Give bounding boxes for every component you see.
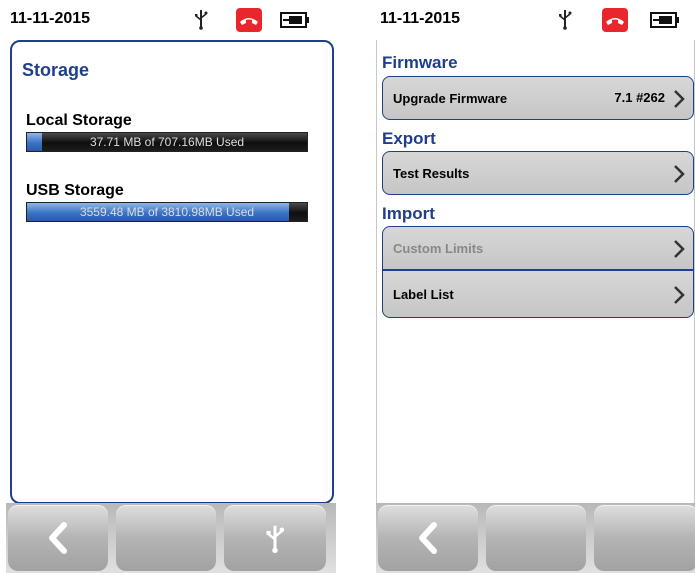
section-export: Export [382, 129, 436, 148]
firmware-version: 7.1 #262 [614, 90, 665, 105]
test-results-label: Test Results [393, 166, 470, 181]
upgrade-firmware-item[interactable]: Upgrade Firmware 7.1 #262 [382, 76, 694, 120]
status-date: 11-11-2015 [380, 10, 461, 27]
local-storage-text: 37.71 MB of 707.16MB Used [89, 135, 245, 149]
bottom-toolbar [6, 503, 336, 573]
label-list-item[interactable]: Label List [382, 270, 694, 318]
status-bar: 11-11-2015 [6, 0, 336, 38]
usb-button[interactable] [224, 505, 326, 571]
hangup-phone-icon [602, 8, 628, 32]
usb-icon [559, 10, 572, 30]
chevron-right-icon [674, 165, 685, 183]
local-storage-label: Local Storage [26, 112, 132, 129]
custom-limits-item[interactable]: Custom Limits [382, 226, 694, 270]
custom-limits-label: Custom Limits [393, 241, 484, 256]
blank-button[interactable] [486, 505, 586, 571]
back-arrow-icon [49, 522, 67, 554]
battery-icon [650, 12, 679, 28]
tools-screen: 11-11-2015 Firmware Upgrade Firmware 7.1… [376, 0, 695, 573]
usb-storage-text: 3559.48 MB of 3810.98MB Used [79, 205, 255, 219]
bottom-toolbar [376, 503, 695, 573]
chevron-right-icon [674, 90, 685, 108]
hangup-phone-icon [236, 8, 262, 32]
upgrade-firmware-label: Upgrade Firmware [393, 91, 508, 106]
back-button[interactable] [378, 505, 478, 571]
blank-button-right[interactable] [594, 505, 695, 571]
storage-panel: Storage Local Storage 37.71 MB of 707.16… [10, 40, 334, 504]
usb-icon [266, 525, 285, 553]
back-arrow-icon [419, 522, 437, 554]
status-bar: 11-11-2015 [376, 0, 695, 38]
storage-screen: 11-11-2015 Storage Local Storage 37.71 M… [6, 0, 336, 573]
usb-storage-bar: 3559.48 MB of 3810.98MB Used [26, 202, 308, 222]
chevron-right-icon [674, 286, 685, 304]
label-list-label: Label List [393, 287, 454, 302]
local-storage-bar: 37.71 MB of 707.16MB Used [26, 132, 308, 152]
section-firmware: Firmware [382, 53, 458, 72]
blank-button[interactable] [116, 505, 216, 571]
usb-storage-label: USB Storage [26, 182, 124, 199]
usb-icon [195, 10, 208, 30]
page-title: Storage [22, 60, 90, 80]
test-results-item[interactable]: Test Results [382, 151, 694, 195]
status-date: 11-11-2015 [10, 10, 91, 27]
chevron-right-icon [674, 240, 685, 258]
battery-icon [280, 12, 309, 28]
back-button[interactable] [8, 505, 108, 571]
section-import: Import [382, 204, 435, 223]
